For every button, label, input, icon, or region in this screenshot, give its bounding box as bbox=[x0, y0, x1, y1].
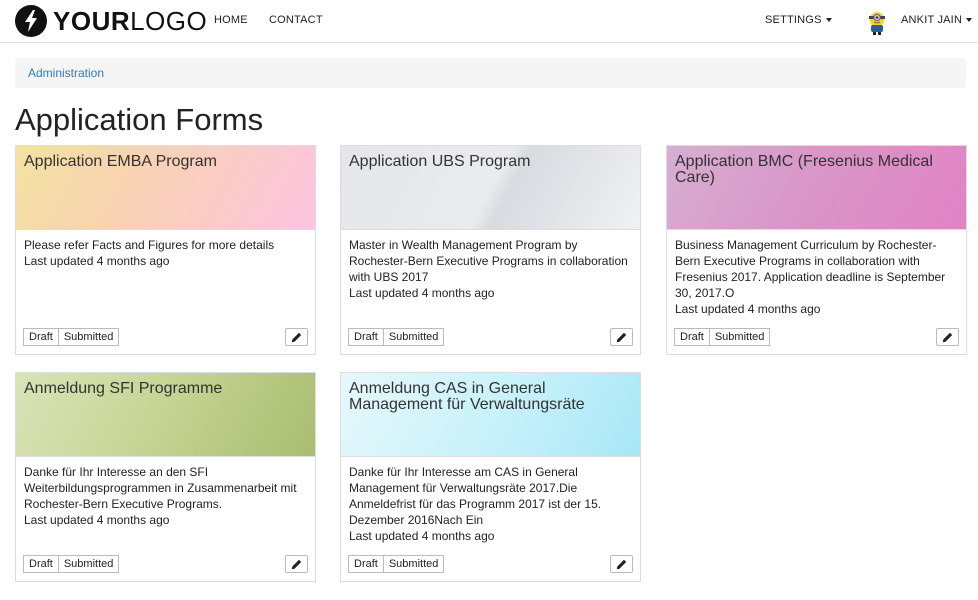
status-button-group: Draft Submitted bbox=[23, 328, 120, 346]
caret-down-icon bbox=[825, 18, 832, 23]
breadcrumb-administration-link[interactable]: Administration bbox=[28, 66, 104, 80]
card-description: Danke für Ihr Interesse an den SFI Weite… bbox=[24, 465, 297, 511]
status-button-group: Draft Submitted bbox=[348, 555, 445, 573]
pencil-icon bbox=[291, 559, 302, 569]
form-card: Anmeldung SFI Programme Danke für Ihr In… bbox=[15, 372, 316, 582]
user-name: ANKIT JAIN bbox=[901, 14, 963, 26]
card-header[interactable]: Application EMBA Program bbox=[16, 146, 315, 230]
submitted-button[interactable]: Submitted bbox=[383, 328, 445, 346]
nav-contact-link[interactable]: CONTACT bbox=[269, 14, 323, 26]
caret-down-icon bbox=[966, 18, 973, 23]
card-description: Please refer Facts and Figures for more … bbox=[24, 238, 275, 252]
draft-button[interactable]: Draft bbox=[348, 555, 384, 573]
submitted-button[interactable]: Submitted bbox=[58, 555, 120, 573]
draft-button[interactable]: Draft bbox=[23, 555, 59, 573]
breadcrumb: Administration bbox=[15, 58, 966, 88]
top-navbar: YOURLOGO HOME CONTACT SETTINGS ANKIT JAI… bbox=[0, 0, 978, 43]
pencil-icon bbox=[942, 332, 953, 342]
page-title: Application Forms bbox=[15, 102, 264, 137]
user-avatar[interactable] bbox=[867, 9, 887, 35]
brand-logo[interactable]: YOURLOGO bbox=[15, 5, 207, 37]
card-description: Master in Wealth Management Program by R… bbox=[349, 238, 628, 284]
settings-label: SETTINGS bbox=[765, 14, 822, 26]
card-body: Master in Wealth Management Program by R… bbox=[349, 237, 634, 301]
draft-button[interactable]: Draft bbox=[23, 328, 59, 346]
edit-button[interactable] bbox=[610, 328, 633, 346]
card-description: Business Management Curriculum by Roches… bbox=[675, 238, 946, 300]
edit-button[interactable] bbox=[936, 328, 959, 346]
pencil-icon bbox=[616, 559, 627, 569]
submitted-button[interactable]: Submitted bbox=[383, 555, 445, 573]
card-last-updated: Last updated 4 months ago bbox=[675, 302, 821, 316]
settings-dropdown[interactable]: SETTINGS bbox=[765, 14, 832, 26]
card-title: Application UBS Program bbox=[349, 153, 531, 170]
card-header[interactable]: Anmeldung CAS in General Management für … bbox=[341, 373, 640, 457]
card-title: Application BMC (Fresenius Medical Care) bbox=[675, 153, 933, 186]
edit-button[interactable] bbox=[285, 555, 308, 573]
card-last-updated: Last updated 4 months ago bbox=[349, 286, 495, 300]
card-last-updated: Last updated 4 months ago bbox=[24, 513, 170, 527]
lightning-bolt-icon bbox=[15, 5, 47, 37]
card-body: Please refer Facts and Figures for more … bbox=[24, 237, 309, 269]
edit-button[interactable] bbox=[610, 555, 633, 573]
card-last-updated: Last updated 4 months ago bbox=[24, 254, 170, 268]
pencil-icon bbox=[291, 332, 302, 342]
form-card: Application UBS Program Master in Wealth… bbox=[340, 145, 641, 355]
form-card: Application BMC (Fresenius Medical Care)… bbox=[666, 145, 967, 355]
status-button-group: Draft Submitted bbox=[674, 328, 771, 346]
logo-text: YOURLOGO bbox=[53, 6, 208, 36]
draft-button[interactable]: Draft bbox=[348, 328, 384, 346]
status-button-group: Draft Submitted bbox=[23, 555, 120, 573]
user-menu-dropdown[interactable]: ANKIT JAIN bbox=[901, 14, 973, 26]
card-description: Danke für Ihr Interesse am CAS in Genera… bbox=[349, 465, 602, 527]
card-body: Business Management Curriculum by Roches… bbox=[675, 237, 960, 317]
card-body: Danke für Ihr Interesse an den SFI Weite… bbox=[24, 464, 309, 528]
card-header[interactable]: Application BMC (Fresenius Medical Care) bbox=[667, 146, 966, 230]
pencil-icon bbox=[616, 332, 627, 342]
status-button-group: Draft Submitted bbox=[348, 328, 445, 346]
submitted-button[interactable]: Submitted bbox=[709, 328, 771, 346]
card-title: Anmeldung CAS in General Management für … bbox=[349, 380, 585, 413]
card-header[interactable]: Application UBS Program bbox=[341, 146, 640, 230]
form-card: Anmeldung CAS in General Management für … bbox=[340, 372, 641, 582]
card-title: Anmeldung SFI Programme bbox=[24, 380, 223, 397]
nav-home-link[interactable]: HOME bbox=[214, 14, 248, 26]
submitted-button[interactable]: Submitted bbox=[58, 328, 120, 346]
form-card: Application EMBA Program Please refer Fa… bbox=[15, 145, 316, 355]
card-title: Application EMBA Program bbox=[24, 153, 217, 170]
draft-button[interactable]: Draft bbox=[674, 328, 710, 346]
card-last-updated: Last updated 4 months ago bbox=[349, 529, 495, 543]
card-body: Danke für Ihr Interesse am CAS in Genera… bbox=[349, 464, 634, 544]
edit-button[interactable] bbox=[285, 328, 308, 346]
card-header[interactable]: Anmeldung SFI Programme bbox=[16, 373, 315, 457]
